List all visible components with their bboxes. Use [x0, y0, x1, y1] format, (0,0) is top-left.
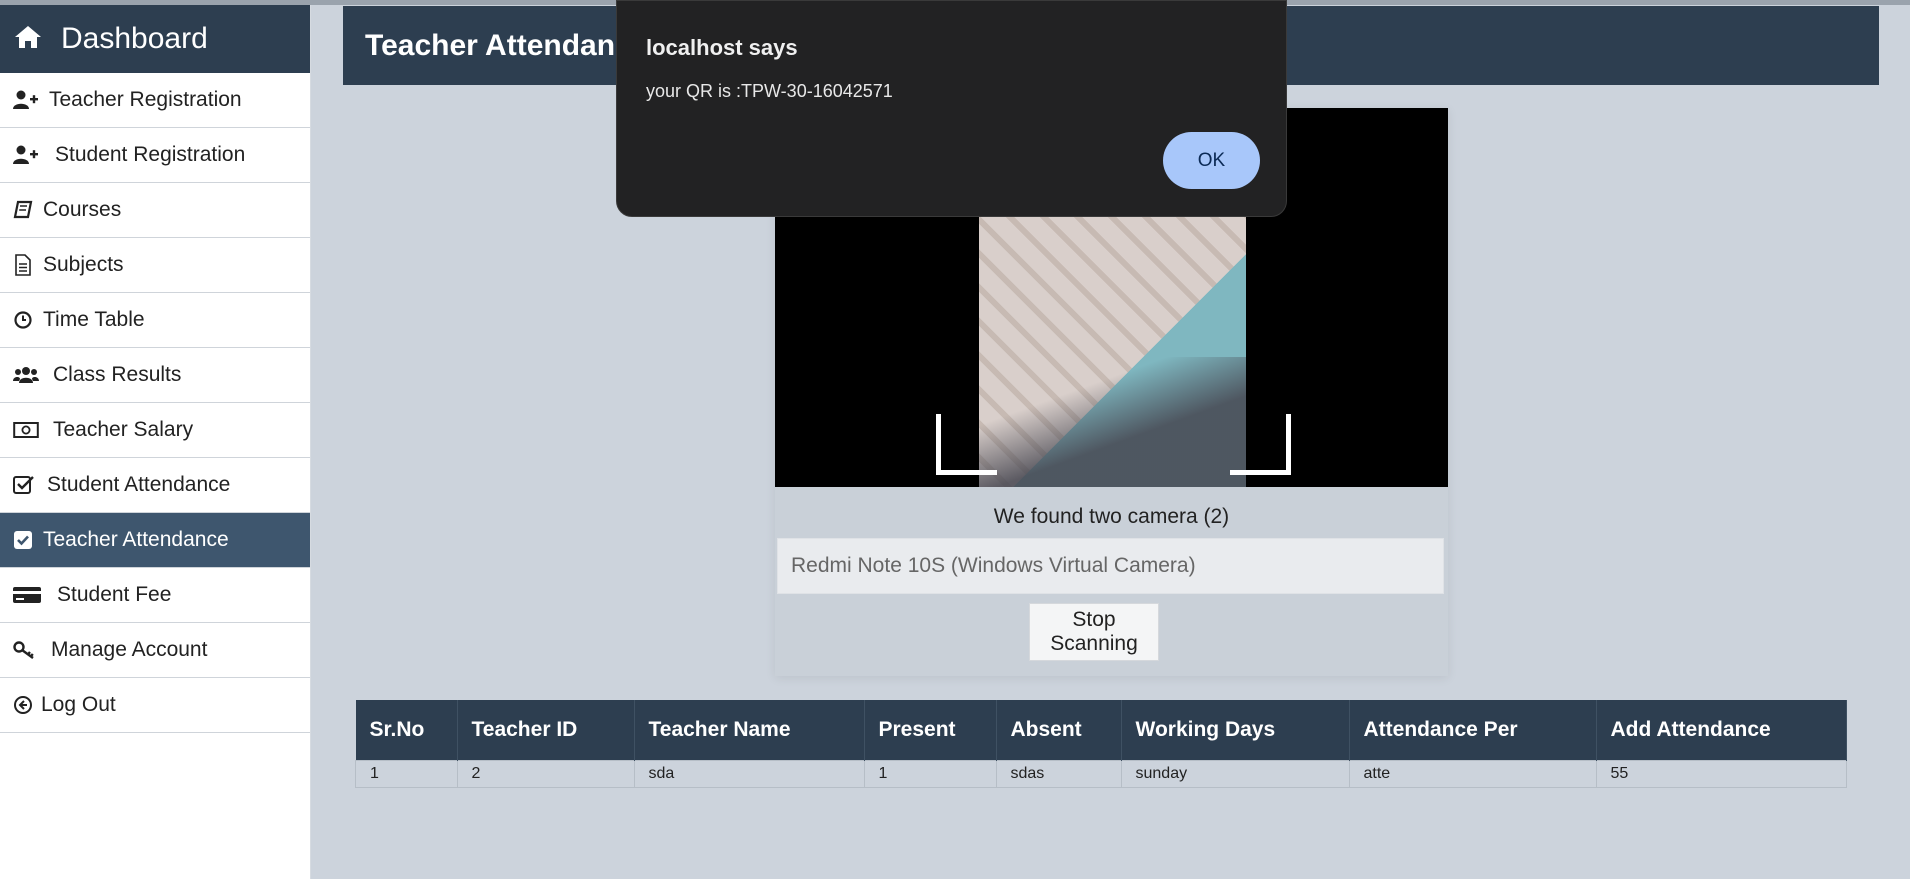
- ok-button[interactable]: OK: [1163, 132, 1260, 189]
- sidebar-item-label: Teacher Salary: [53, 418, 194, 441]
- home-icon: [13, 24, 43, 55]
- user-plus-icon: [13, 145, 39, 165]
- sidebar-item-label: Student Fee: [57, 583, 172, 606]
- dialog-message: your QR is :TPW-30-16042571: [646, 81, 893, 101]
- sidebar-item-courses[interactable]: Courses: [0, 183, 310, 238]
- check-square-icon: [13, 530, 33, 550]
- page-title: Teacher Attendance: [365, 28, 649, 62]
- column-header: Absent: [996, 700, 1122, 761]
- column-header: Working Days: [1121, 700, 1350, 761]
- alert-dialog: localhost says your QR is :TPW-30-160425…: [616, 0, 1287, 217]
- sidebar-item-teacher-registration[interactable]: Teacher Registration: [0, 73, 310, 128]
- credit-card-icon: [13, 585, 41, 605]
- sidebar-header[interactable]: Dashboard: [0, 5, 310, 73]
- arrow-circle-left-icon: [13, 695, 33, 715]
- camera-select[interactable]: Redmi Note 10S (Windows Virtual Camera): [777, 538, 1444, 594]
- table-cell: sdas: [995, 760, 1122, 788]
- sidebar-item-teacher-salary[interactable]: Teacher Salary: [0, 403, 310, 458]
- table-header-row: Sr.No Teacher ID Teacher Name Present Ab…: [355, 700, 1847, 761]
- column-header: Teacher Name: [634, 700, 865, 761]
- sidebar-item-label: Student Registration: [55, 143, 246, 166]
- sidebar: Dashboard Teacher Registration Student R…: [0, 5, 311, 879]
- table-cell: 1: [355, 760, 458, 788]
- sidebar-item-label: Teacher Registration: [49, 88, 242, 111]
- table-cell: atte: [1348, 760, 1597, 788]
- stop-scanning-button[interactable]: Stop Scanning: [1029, 603, 1159, 661]
- sidebar-item-label: Log Out: [41, 693, 116, 716]
- table-cell: 2: [456, 760, 635, 788]
- table-cell: 1: [863, 760, 997, 788]
- feed-shadow: [979, 357, 1246, 487]
- dialog-title: localhost says: [646, 35, 798, 60]
- table-cell: 55: [1595, 760, 1847, 788]
- table-cell: sda: [633, 760, 865, 788]
- sidebar-item-student-registration[interactable]: Student Registration: [0, 128, 310, 183]
- sidebar-item-subjects[interactable]: Subjects: [0, 238, 310, 293]
- sidebar-item-label: Student Attendance: [47, 473, 231, 496]
- column-header: Attendance Per: [1349, 700, 1597, 761]
- money-icon: [13, 421, 39, 439]
- key-icon: [13, 640, 35, 660]
- sidebar-item-log-out[interactable]: Log Out: [0, 678, 310, 733]
- camera-count-text: We found two camera (2): [993, 505, 1230, 528]
- sidebar-item-label: Teacher Attendance: [43, 528, 229, 551]
- sidebar-item-manage-account[interactable]: Manage Account: [0, 623, 310, 678]
- book-icon: [13, 200, 33, 220]
- sidebar-item-label: Manage Account: [51, 638, 208, 661]
- sidebar-item-label: Courses: [43, 198, 122, 221]
- column-header: Present: [864, 700, 997, 761]
- clock-icon: [13, 310, 33, 330]
- check-square-outline-icon: [13, 475, 35, 495]
- column-header: Sr.No: [355, 700, 458, 761]
- sidebar-item-label: Subjects: [43, 253, 124, 276]
- attendance-table: Sr.No Teacher ID Teacher Name Present Ab…: [355, 700, 1847, 788]
- sidebar-item-student-fee[interactable]: Student Fee: [0, 568, 310, 623]
- column-header: Teacher ID: [457, 700, 635, 761]
- document-icon: [13, 254, 33, 276]
- table-row: 1 2 sda 1 sdas sunday atte 55: [355, 760, 1847, 788]
- sidebar-item-label: Class Results: [53, 363, 182, 386]
- scan-region-corner-bottom-left: [936, 414, 997, 475]
- column-header: Add Attendance: [1596, 700, 1847, 761]
- table-cell: sunday: [1120, 760, 1350, 788]
- sidebar-item-teacher-attendance[interactable]: Teacher Attendance: [0, 513, 310, 568]
- sidebar-item-label: Time Table: [43, 308, 145, 331]
- users-icon: [13, 365, 39, 385]
- scan-region-corner-bottom-right: [1230, 414, 1291, 475]
- sidebar-item-student-attendance[interactable]: Student Attendance: [0, 458, 310, 513]
- sidebar-item-time-table[interactable]: Time Table: [0, 293, 310, 348]
- sidebar-title: Dashboard: [61, 22, 208, 55]
- user-plus-icon: [13, 90, 39, 110]
- sidebar-item-class-results[interactable]: Class Results: [0, 348, 310, 403]
